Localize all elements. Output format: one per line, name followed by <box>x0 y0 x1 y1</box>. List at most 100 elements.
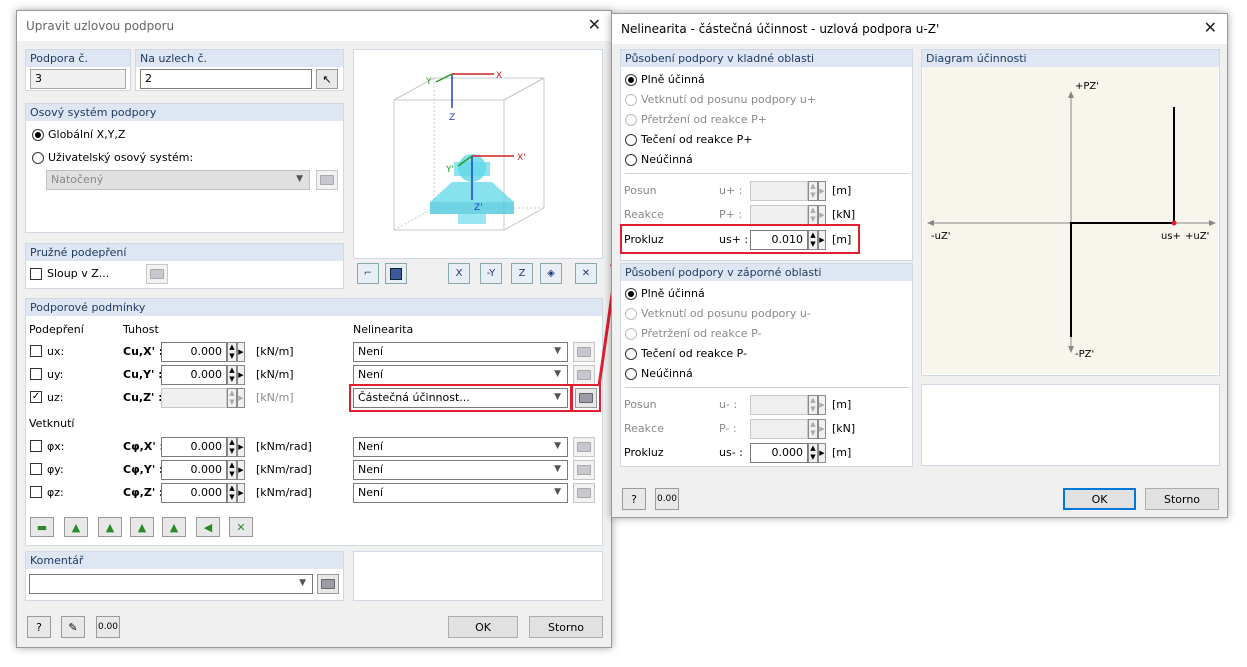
nonlin-ok-button[interactable]: OK <box>1063 488 1136 510</box>
phix-nonlin-edit-button[interactable] <box>573 437 595 457</box>
pos-fully-effective-radio[interactable] <box>625 74 637 86</box>
neg-fully-effective-radio[interactable] <box>625 288 637 300</box>
cphiy-arrow[interactable]: ▶ <box>237 460 245 480</box>
neg-fixed-radio[interactable] <box>625 308 637 320</box>
cuy-unit: [kN/m] <box>256 368 294 381</box>
nodes-input[interactable]: 2 <box>140 69 312 89</box>
cuz-input[interactable] <box>161 388 227 408</box>
ok-button[interactable]: OK <box>448 616 518 638</box>
pos-ineffective-radio[interactable] <box>625 154 637 166</box>
uz-checkbox[interactable]: ✓ <box>30 391 42 403</box>
pos-reakce-spinner[interactable]: ▲ ▼ <box>808 205 818 225</box>
cuz-arrow[interactable]: ▶ <box>237 388 245 408</box>
user-axis-radio[interactable] <box>32 152 44 164</box>
neg-tearing-radio[interactable] <box>625 328 637 340</box>
cux-spinner[interactable]: ▲ ▼ <box>227 342 237 362</box>
support-type-wall-button[interactable]: ◀ <box>196 517 220 537</box>
cphiy-input[interactable]: 0.000 <box>161 460 227 480</box>
phiz-nonlin-combo[interactable]: Není ▼ <box>353 483 568 503</box>
edit-info-button[interactable]: ✎ <box>61 616 85 638</box>
view-render-button[interactable] <box>385 263 407 284</box>
pos-fixed-radio[interactable] <box>625 94 637 106</box>
rotated-combo[interactable]: Natočený ▼ <box>46 170 310 190</box>
library-icon <box>321 579 335 589</box>
cphix-arrow[interactable]: ▶ <box>237 437 245 457</box>
effectiveness-diagram-group: Diagram účinnosti +PZ' -PZ' -uZ' us+ +uZ… <box>921 49 1220 376</box>
pick-node-button[interactable]: ↖ <box>316 69 338 89</box>
cphiz-spinner[interactable]: ▲ ▼ <box>227 483 237 503</box>
close-icon[interactable]: ✕ <box>588 17 601 33</box>
phix-checkbox[interactable] <box>30 440 42 452</box>
close-icon[interactable]: ✕ <box>1204 20 1217 36</box>
neg-posun-input[interactable] <box>750 395 808 415</box>
units-button[interactable]: 0.00 <box>96 616 120 638</box>
support-type-roller-y-button[interactable]: ▲ <box>162 517 186 537</box>
pos-tearing-radio[interactable] <box>625 114 637 126</box>
neg-option-0: Plně účinná <box>641 287 705 300</box>
phix-nonlin-combo[interactable]: Není ▼ <box>353 437 568 457</box>
view-z-button[interactable]: Z <box>511 263 533 284</box>
neg-prokluz-spinner[interactable]: ▲ ▼ <box>808 443 818 463</box>
nonlin-title-bar: Nelinearita - částečná účinnost - uzlová… <box>612 14 1227 44</box>
ux-nonlin-combo[interactable]: Není ▼ <box>353 342 568 362</box>
cphiy-spinner[interactable]: ▲ ▼ <box>227 460 237 480</box>
cux-arrow[interactable]: ▶ <box>237 342 245 362</box>
phix-label: φx: <box>47 440 65 453</box>
global-axis-radio[interactable] <box>32 129 44 141</box>
neg-reakce-arrow[interactable]: ▶ <box>818 419 826 439</box>
cphiz-input[interactable]: 0.000 <box>161 483 227 503</box>
uy-checkbox[interactable] <box>30 368 42 380</box>
neg-yielding-radio[interactable] <box>625 348 637 360</box>
cuy-input[interactable]: 0.000 <box>161 365 227 385</box>
neg-reakce-input[interactable] <box>750 419 808 439</box>
view-axes-button[interactable]: ⌐ <box>357 263 379 284</box>
phiz-checkbox[interactable] <box>30 486 42 498</box>
nonlin-cancel-button[interactable]: Storno <box>1145 488 1219 510</box>
view-x-button[interactable]: X <box>448 263 470 284</box>
neg-reakce-spinner[interactable]: ▲ ▼ <box>808 419 818 439</box>
neg-prokluz-input[interactable]: 0.000 <box>750 443 808 463</box>
neg-ineffective-radio[interactable] <box>625 368 637 380</box>
pos-yielding-radio[interactable] <box>625 134 637 146</box>
pos-reakce-input[interactable] <box>750 205 808 225</box>
support-type-free-button[interactable]: ✕ <box>229 517 253 537</box>
cphiz-arrow[interactable]: ▶ <box>237 483 245 503</box>
edit-axis-button[interactable] <box>316 170 338 190</box>
pos-posun-spinner[interactable]: ▲ ▼ <box>808 181 818 201</box>
support-type-roller-x-button[interactable]: ▲ <box>130 517 154 537</box>
neg-prokluz-arrow[interactable]: ▶ <box>818 443 826 463</box>
support-type-fixed-button[interactable]: ▲ <box>64 517 88 537</box>
phiy-checkbox[interactable] <box>30 463 42 475</box>
phiy-nonlin-edit-button[interactable] <box>573 460 595 480</box>
comment-library-button[interactable] <box>317 574 339 594</box>
neg-posun-label: Posun <box>624 398 657 411</box>
chevron-down-icon: ▼ <box>554 441 561 451</box>
view-iso-button[interactable]: ◈ <box>540 263 562 284</box>
nonlin-units-button[interactable]: 0.00 <box>655 488 679 510</box>
neg-option-1: Vetknutí od posunu podpory u- <box>641 307 811 320</box>
cphix-input[interactable]: 0.000 <box>161 437 227 457</box>
support-type-hinged-button[interactable]: ▬ <box>30 517 54 537</box>
view-neg-y-button[interactable]: -Y <box>480 263 502 284</box>
pos-posun-arrow[interactable]: ▶ <box>818 181 826 201</box>
nonlin-help-button[interactable]: ? <box>622 488 646 510</box>
column-z-checkbox[interactable] <box>30 268 42 280</box>
support-type-pinned-button[interactable]: ▲ <box>98 517 122 537</box>
cux-input[interactable]: 0.000 <box>161 342 227 362</box>
help-button[interactable]: ? <box>27 616 51 638</box>
pos-posun-input[interactable] <box>750 181 808 201</box>
pos-reakce-arrow[interactable]: ▶ <box>818 205 826 225</box>
cancel-button[interactable]: Storno <box>529 616 603 638</box>
phiz-nonlin-edit-button[interactable] <box>573 483 595 503</box>
comment-input[interactable]: ▼ <box>29 574 313 594</box>
cuz-spinner[interactable]: ▲ ▼ <box>227 388 237 408</box>
cuy-arrow[interactable]: ▶ <box>237 365 245 385</box>
neg-posun-arrow[interactable]: ▶ <box>818 395 826 415</box>
neg-posun-spinner[interactable]: ▲ ▼ <box>808 395 818 415</box>
cphix-spinner[interactable]: ▲ ▼ <box>227 437 237 457</box>
uy-nonlin-combo[interactable]: Není ▼ <box>353 365 568 385</box>
phiy-nonlin-combo[interactable]: Není ▼ <box>353 460 568 480</box>
column-edit-button[interactable] <box>146 264 168 284</box>
cuy-spinner[interactable]: ▲ ▼ <box>227 365 237 385</box>
ux-checkbox[interactable] <box>30 345 42 357</box>
